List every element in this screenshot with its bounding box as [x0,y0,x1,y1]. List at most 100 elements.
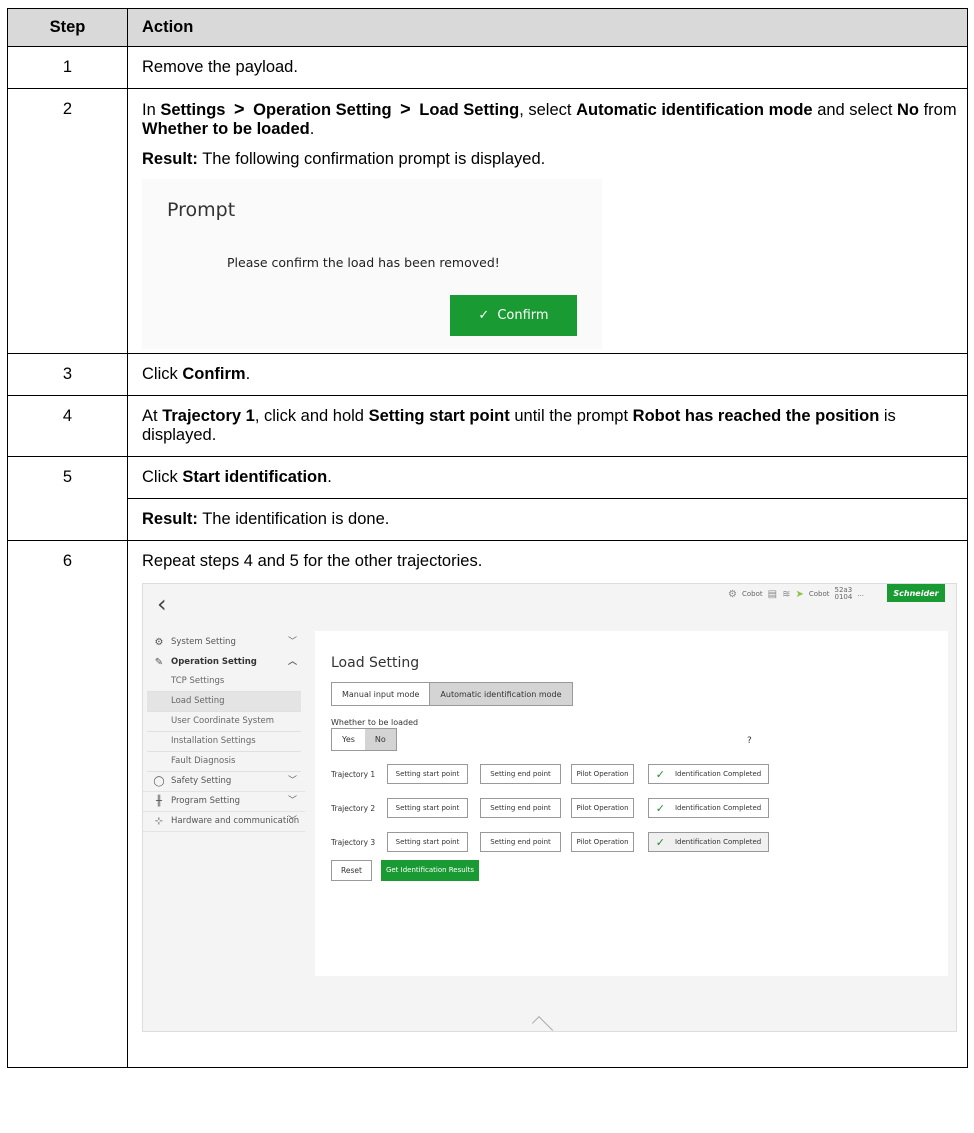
text-setting-start: Setting start point [368,407,510,425]
text-whether: Whether to be loaded [142,120,310,138]
step-row-6: 6 Repeat steps 4 and 5 for the other tra… [7,540,968,1068]
result-text: Result: The identification is done. [142,499,957,540]
text-click-hold: , click and hold [254,407,364,425]
sidebar-item-fault[interactable]: Fault Diagnosis [147,752,301,772]
confirm-button[interactable]: ✓ Confirm [450,295,577,336]
text-click: Click [142,468,178,486]
step-action: Click Confirm. [127,353,968,396]
steps-table: Step Action 1 Remove the payload. 2 In S… [7,8,968,1068]
step-action: At Trajectory 1, click and hold Setting … [127,395,968,457]
manual-mode-button[interactable]: Manual input mode [332,683,429,705]
gear-icon: ⚙ [154,636,164,648]
action-text: Remove the payload. [142,58,298,76]
setting-start-button[interactable]: Setting start point [387,832,468,852]
code-bottom: 0104 [834,593,853,601]
prompt-dialog: Prompt Please confirm the load has been … [142,179,602,349]
header-action: Action [127,8,968,47]
no-button[interactable]: No [364,729,396,750]
sidebar-item-hardware[interactable]: ⊹ Hardware and communication ﹀ [143,812,305,832]
header-step: Step [7,8,128,47]
pilot-operation-button[interactable]: Pilot Operation [571,798,634,818]
text-start-identification: Start identification [182,468,328,486]
sidebar-item-install[interactable]: Installation Settings [147,732,301,752]
text-period: . [327,468,332,486]
back-icon[interactable]: ‹ [157,592,167,616]
text-no: No [897,101,919,119]
identification-status[interactable]: ✓ Identification Completed [648,798,769,818]
prompt-title: Prompt [167,199,236,221]
step-number: 3 [7,353,128,396]
sidebar-item-tcp[interactable]: TCP Settings [147,672,301,692]
text-operation-setting: Operation Setting [253,101,392,119]
status-label: Identification Completed [674,769,762,778]
step-action: Click Start identification. Result: The … [127,456,968,541]
result-label: Result: [142,510,198,528]
loaded-toggle: Yes No [331,728,397,751]
brand-logo: Schneider [887,584,945,602]
cobot-label: Cobot [741,589,763,598]
yes-button[interactable]: Yes [332,729,365,750]
text-in: In [142,101,156,119]
setting-start-button[interactable]: Setting start point [387,764,468,784]
step-number: 1 [7,46,128,89]
text-settings: Settings [160,101,226,119]
sidebar-item-load[interactable]: Load Setting [147,692,301,712]
pilot-operation-button[interactable]: Pilot Operation [571,832,634,852]
text-auto-mode: Automatic identification mode [576,101,813,119]
setting-end-button[interactable]: Setting end point [480,764,561,784]
load-setting-panel: Load Setting Manual input mode Automatic… [315,631,948,976]
code-display: 52a3 0104 [835,587,853,601]
trajectory-label: Trajectory 1 [331,769,376,779]
step-row-1: 1 Remove the payload. [7,46,968,89]
text-load-setting: Load Setting [419,101,520,119]
chevron-down-icon: ﹀ [287,636,297,647]
sidebar-label: Operation Setting [171,656,257,667]
step-row-4: 4 At Trajectory 1, click and hold Settin… [7,395,968,457]
sidebar-item-program[interactable]: ╫ Program Setting ﹀ [143,792,305,812]
status-bar: ⚙ Cobot ▤ ≋ ➤ Cobot 52a3 0104 ... [728,585,883,603]
identification-status[interactable]: ✓ Identification Completed [648,764,769,784]
confirm-label: Confirm [497,308,549,323]
reset-button[interactable]: Reset [331,860,372,881]
action-text: In Settings > Operation Setting > Load S… [142,89,957,150]
chevron-up-icon[interactable] [531,1016,554,1031]
arrow-icon: > [234,99,245,119]
identification-status[interactable]: ✓ Identification Completed [648,832,769,852]
result-label: Result: [142,150,198,168]
arrow-icon: > [400,99,411,119]
more-icon[interactable]: ... [857,585,864,604]
get-results-button[interactable]: Get Identification Results [381,860,479,881]
text-and-select: and select [817,101,893,119]
trajectory-label: Trajectory 3 [331,837,376,847]
sidebar-item-system[interactable]: ⚙ System Setting ﹀ [143,632,305,652]
chevron-up-icon: ︿ [287,656,297,667]
pilot-operation-button[interactable]: Pilot Operation [571,764,634,784]
auto-mode-button[interactable]: Automatic identification mode [429,683,572,705]
action-text: At Trajectory 1, click and hold Setting … [142,396,957,456]
text-at: At [142,407,158,425]
step-row-2: 2 In Settings > Operation Setting > Load… [7,88,968,354]
status-label: Identification Completed [674,837,762,846]
setting-end-button[interactable]: Setting end point [480,832,561,852]
action-text: Repeat steps 4 and 5 for the other traje… [142,552,483,570]
prompt-message: Please confirm the load has been removed… [227,255,500,270]
sidebar-item-operation[interactable]: ✎ Operation Setting ︿ [143,652,305,672]
text-reached: Robot has reached the position [632,407,880,425]
text-period: . [245,365,251,383]
result-value: The identification is done. [202,510,390,528]
setting-start-button[interactable]: Setting start point [387,798,468,818]
chevron-down-icon: ﹀ [287,796,297,806]
wifi-icon: ≋ [782,588,791,600]
help-icon[interactable]: ? [747,732,752,751]
sidebar-item-ucs[interactable]: User Coordinate System [147,712,301,732]
sidebar-label: Program Setting [171,796,241,806]
chevron-down-icon: ﹀ [287,816,297,826]
step-row-3: 3 Click Confirm. [7,353,968,396]
sidebar-item-safety[interactable]: ◯ Safety Setting ﹀ [143,772,305,792]
robot-status-icon: ➤ [795,588,804,600]
panel-title: Load Setting [331,655,420,671]
mode-selector: Manual input mode Automatic identificati… [331,682,573,706]
action-text: Click Start identification. [142,457,957,498]
check-icon: ✓ [655,767,665,781]
setting-end-button[interactable]: Setting end point [480,798,561,818]
